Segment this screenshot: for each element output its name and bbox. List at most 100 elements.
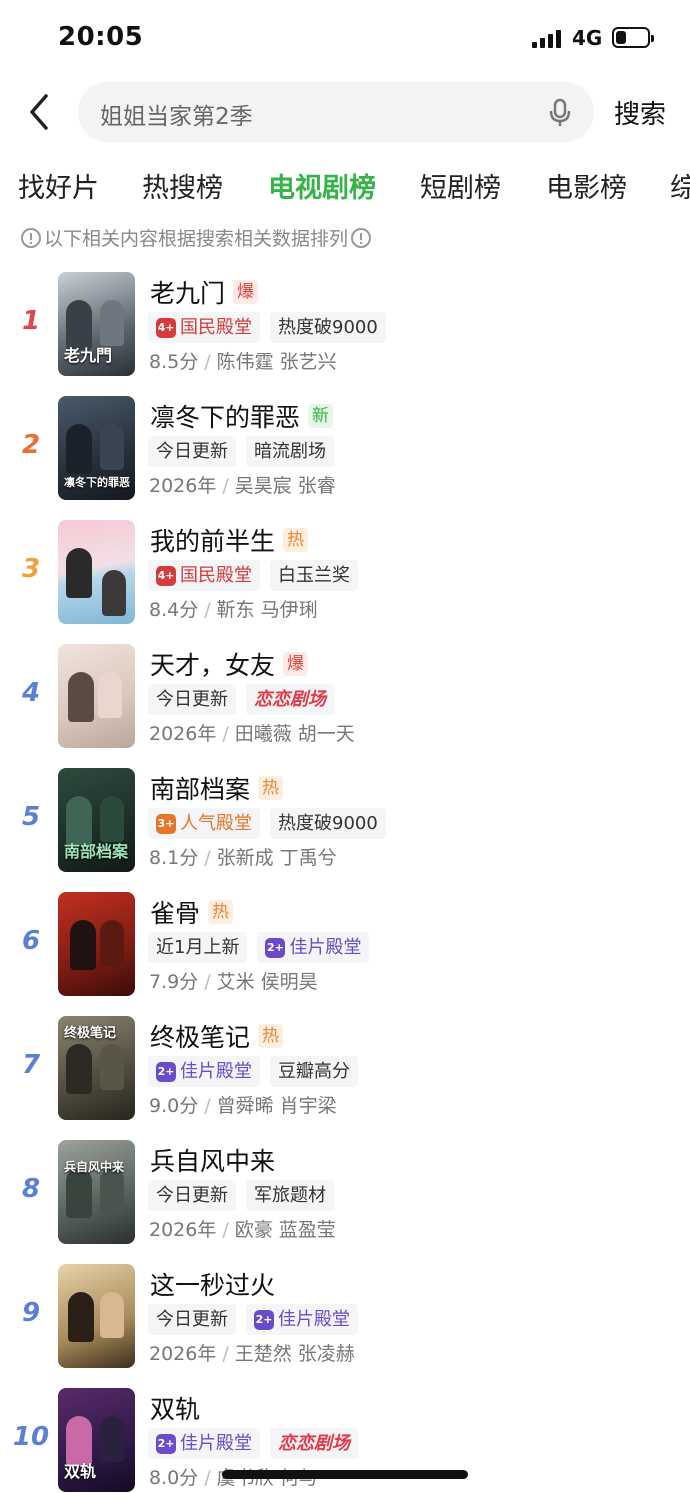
- home-indicator[interactable]: [222, 1470, 468, 1479]
- battery-icon: [612, 27, 654, 48]
- poster-image[interactable]: [58, 1264, 135, 1368]
- tag: 2+ 佳片殿堂: [257, 932, 370, 963]
- item-meta: 2026年 / 吴昊宸 张睿: [149, 475, 336, 497]
- hot-badge: 热: [258, 1024, 284, 1048]
- poster-title: 终极笔记: [64, 1026, 117, 1041]
- rank-number: 1: [21, 306, 41, 336]
- poster-image[interactable]: 兵自风中来: [58, 1140, 135, 1244]
- poster-title: 南部档案: [64, 842, 129, 861]
- poster-image[interactable]: [58, 520, 135, 624]
- award-icon: 2+: [265, 937, 286, 958]
- award-icon: 3+: [156, 813, 176, 834]
- poster-image[interactable]: [58, 892, 135, 996]
- search-button[interactable]: 搜索: [614, 94, 666, 131]
- item-meta: 2026年 / 欧豪 蓝盈莹: [149, 1219, 336, 1241]
- item-title: 我的前半生: [150, 527, 276, 556]
- tag: 4+ 国民殿堂: [148, 312, 260, 343]
- poster-image[interactable]: 凛冬下的罪恶: [58, 396, 135, 500]
- search-query: 姐姐当家第2季: [100, 104, 253, 130]
- tag: 暗流剧场: [246, 436, 334, 467]
- list-item[interactable]: 8 兵自风中来 兵自风中来 今日更新 军旅题材 2026年 / 欧豪 蓝盈莹: [0, 1138, 690, 1246]
- list-item[interactable]: 5 南部档案 南部档案热 3+ 人气殿堂 热度破9000 8.1分 / 张新成 丁禹兮: [0, 766, 690, 874]
- poster-image[interactable]: [58, 644, 135, 748]
- item-title: 南部档案: [150, 775, 251, 804]
- info-icon[interactable]: [351, 227, 372, 248]
- list-item[interactable]: 4 天才，女友爆 今日更新 恋恋剧场 2026年 / 田曦薇 胡一天: [0, 642, 690, 750]
- tag: 豆瓣高分: [270, 1056, 358, 1087]
- item-title: 老九门: [150, 279, 226, 308]
- item-title: 终极笔记: [150, 1023, 251, 1052]
- item-title: 天才，女友: [150, 651, 276, 680]
- poster-image[interactable]: 双轨: [58, 1388, 135, 1492]
- category-tabs: 找好片 热搜榜 电视剧榜 短剧榜 电影榜 综: [0, 160, 690, 208]
- tab-hot-search[interactable]: 热搜榜: [142, 166, 223, 205]
- hot-badge: 热: [208, 900, 234, 924]
- award-icon: 2+: [254, 1309, 274, 1330]
- list-item[interactable]: 6 雀骨热 近1月上新 2+ 佳片殿堂 7.9分 / 艾米 侯明昊: [0, 890, 690, 998]
- tag: 今日更新: [148, 1304, 236, 1335]
- poster-image[interactable]: 南部档案: [58, 768, 135, 872]
- search-row: 姐姐当家第2季 搜索: [0, 80, 690, 144]
- ranking-notice: 以下相关内容根据搜索相关数据排列: [18, 224, 374, 251]
- item-title: 双轨: [150, 1395, 201, 1424]
- poster-image[interactable]: 终极笔记: [58, 1016, 135, 1120]
- tag: 今日更新: [148, 436, 236, 467]
- chevron-left-icon: [30, 94, 48, 130]
- rank-number: 9: [21, 1298, 41, 1328]
- notice-text: 以下相关内容根据搜索相关数据排列: [44, 228, 349, 250]
- tab-short-drama[interactable]: 短剧榜: [420, 166, 501, 205]
- hot-badge: 热: [258, 776, 284, 800]
- item-meta: 7.9分 / 艾米 侯明昊: [149, 971, 318, 993]
- item-title: 兵自风中来: [150, 1147, 276, 1176]
- back-button[interactable]: [20, 90, 60, 134]
- hot-badge: 热: [283, 528, 309, 552]
- poster-title: 凛冬下的罪恶: [64, 476, 130, 489]
- list-item[interactable]: 3 我的前半生热 4+ 国民殿堂 白玉兰奖 8.4分 / 靳东 马伊琍: [0, 518, 690, 626]
- microphone-icon[interactable]: [544, 96, 576, 128]
- hot-badge: 爆: [233, 280, 259, 304]
- poster-title: 双轨: [64, 1462, 97, 1481]
- network-label: 4G: [572, 26, 603, 50]
- poster-image[interactable]: 老九門: [58, 272, 135, 376]
- search-input[interactable]: 姐姐当家第2季: [78, 82, 594, 142]
- list-item[interactable]: 2 凛冬下的罪恶 凛冬下的罪恶新 今日更新 暗流剧场 2026年 / 吴昊宸 张睿: [0, 394, 690, 502]
- poster-title: 老九門: [64, 346, 113, 365]
- tag: 2+ 佳片殿堂: [246, 1304, 358, 1335]
- tag: 今日更新: [148, 684, 236, 715]
- tag: 3+ 人气殿堂: [148, 808, 260, 839]
- tag: 今日更新: [148, 1180, 236, 1211]
- list-item[interactable]: 1 老九門 老九门爆 4+ 国民殿堂 热度破9000 8.5分 / 陈伟霆 张艺兴: [0, 270, 690, 378]
- item-title: 雀骨: [150, 899, 201, 928]
- tab-tv-ranking[interactable]: 电视剧榜: [268, 166, 376, 205]
- award-icon: 2+: [156, 1061, 176, 1082]
- tag: 白玉兰奖: [270, 560, 358, 591]
- tab-variety[interactable]: 综: [670, 166, 690, 205]
- tag: 4+ 国民殿堂: [148, 560, 260, 591]
- rank-number: 10: [12, 1422, 50, 1452]
- award-icon: 4+: [156, 565, 176, 586]
- tag: 2+ 佳片殿堂: [148, 1428, 260, 1459]
- tab-movie-ranking[interactable]: 电影榜: [546, 166, 627, 205]
- list-item[interactable]: 9 这一秒过火 今日更新 2+ 佳片殿堂 2026年 / 王楚然 张凌赫: [0, 1262, 690, 1370]
- rank-number: 8: [21, 1174, 41, 1204]
- tag: 军旅题材: [246, 1180, 334, 1211]
- signal-icon: [532, 30, 562, 48]
- tab-find-movies[interactable]: 找好片: [18, 166, 99, 205]
- item-meta: 9.0分 / 曾舜晞 肖宇梁: [149, 1095, 337, 1117]
- poster-title: 兵自风中来: [64, 1160, 125, 1174]
- status-time: 20:05: [58, 22, 144, 52]
- item-title: 这一秒过火: [150, 1271, 276, 1300]
- rank-number: 2: [21, 430, 41, 460]
- hot-badge: 爆: [283, 652, 309, 676]
- tag: 热度破9000: [270, 808, 386, 839]
- tag: 2+ 佳片殿堂: [148, 1056, 260, 1087]
- item-meta: 8.4分 / 靳东 马伊琍: [149, 599, 318, 621]
- rank-number: 3: [21, 554, 41, 584]
- item-meta: 2026年 / 王楚然 张凌赫: [149, 1343, 355, 1365]
- info-icon: [21, 227, 41, 248]
- tag: 恋恋剧场: [246, 684, 334, 715]
- rank-number: 5: [21, 802, 41, 832]
- new-badge: 新: [308, 404, 334, 428]
- list-item[interactable]: 7 终极笔记 终极笔记热 2+ 佳片殿堂 豆瓣高分 9.0分 / 曾舜晞 肖宇梁: [0, 1014, 690, 1122]
- item-meta: 2026年 / 田曦薇 胡一天: [149, 723, 355, 745]
